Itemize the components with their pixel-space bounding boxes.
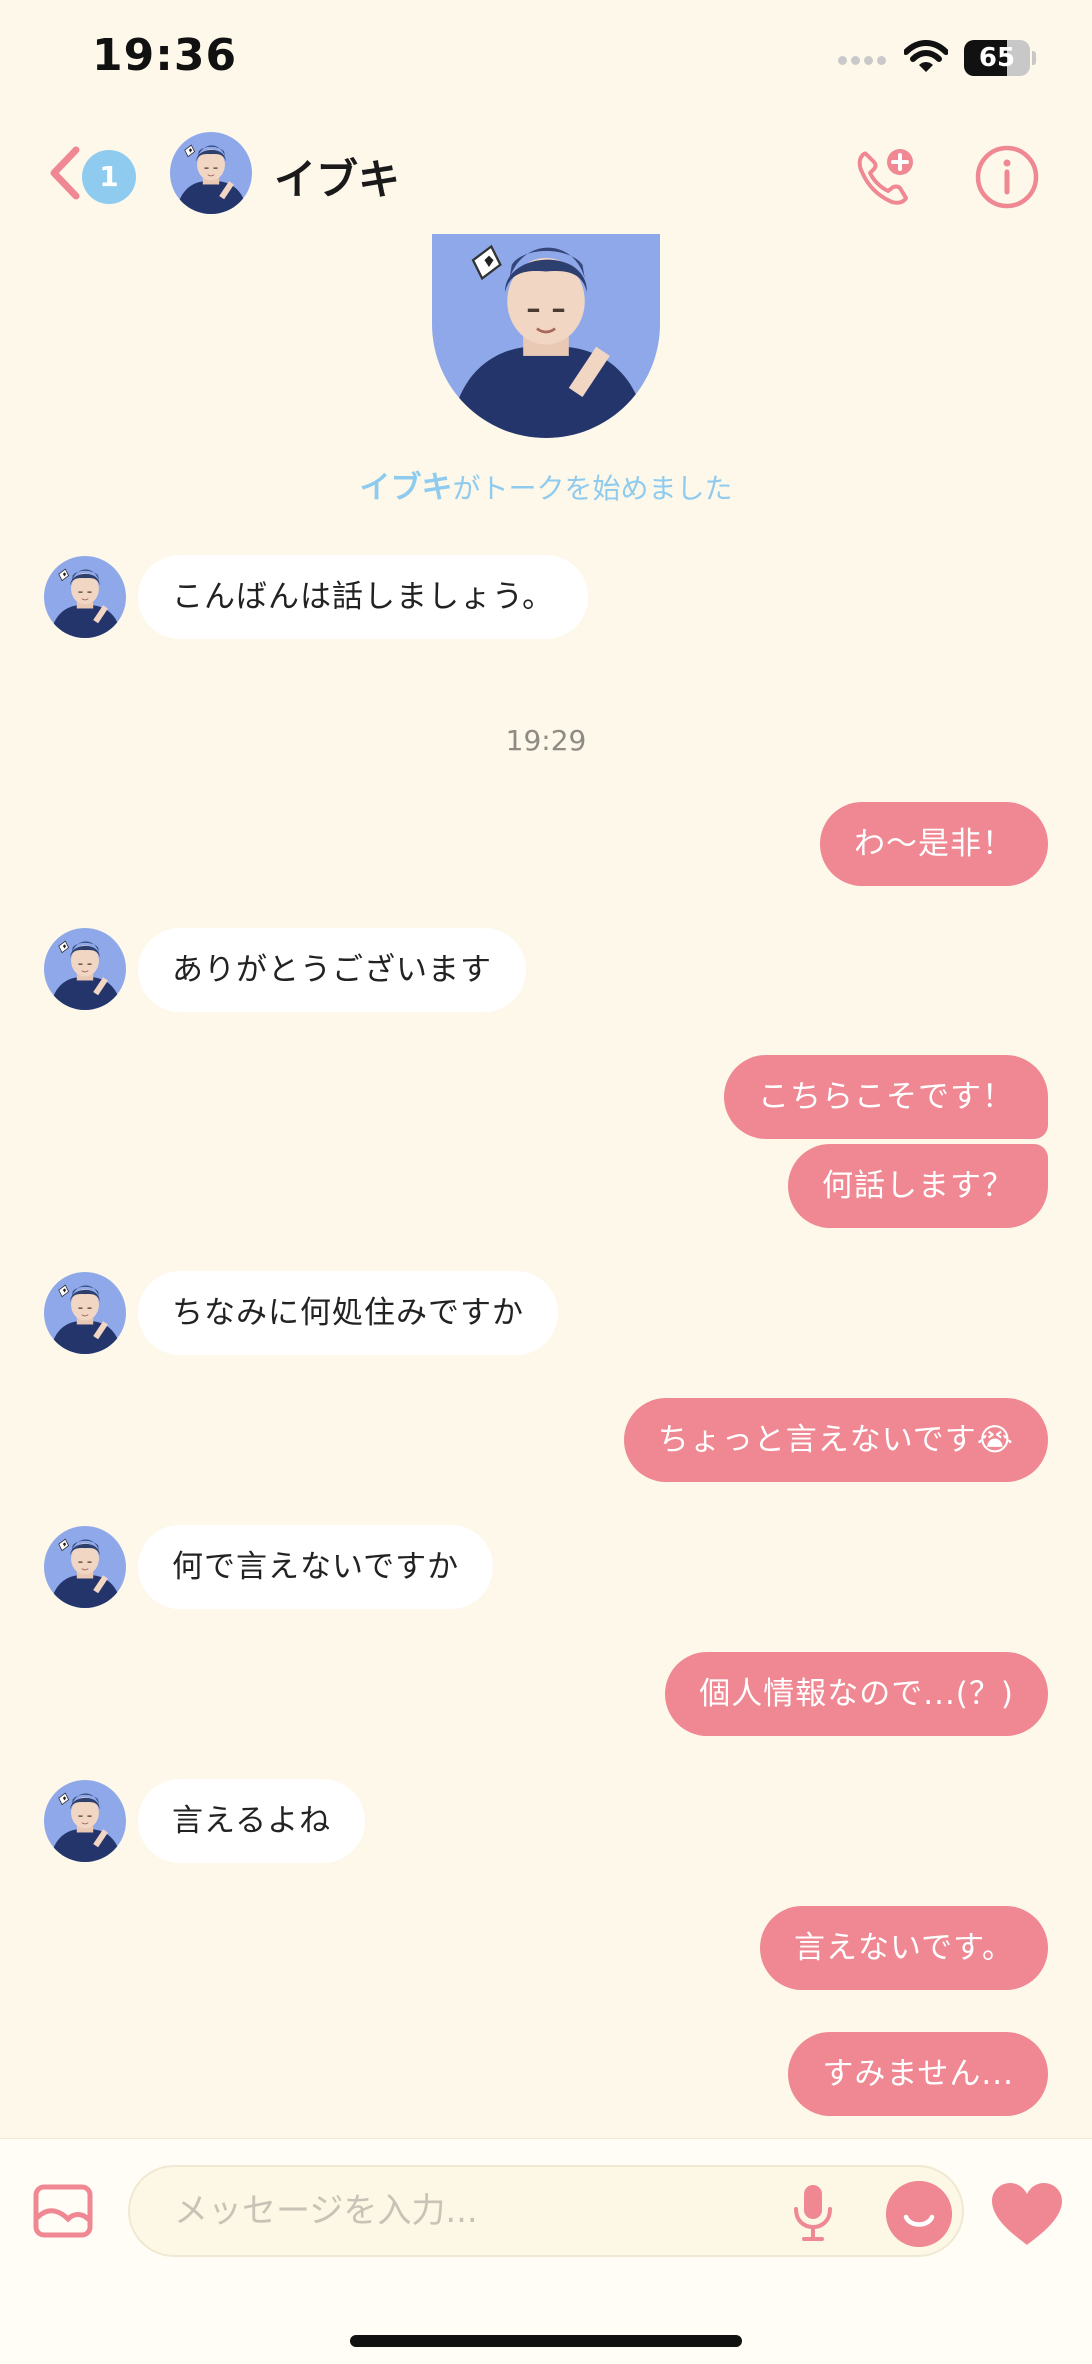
message-input[interactable]: メッセージを入力... <box>128 2165 964 2257</box>
outgoing-message-bubble[interactable]: 個人情報なので...(？) <box>665 1652 1048 1736</box>
battery-level-text: 65 <box>978 43 1016 73</box>
phone-add-icon[interactable] <box>852 144 918 210</box>
status-bar: 19:36 65 <box>0 0 1092 120</box>
incoming-message-bubble[interactable]: ちなみに何処住みですか <box>138 1271 558 1355</box>
message-avatar[interactable] <box>44 556 126 638</box>
message-avatar[interactable] <box>44 1526 126 1608</box>
home-indicator <box>350 2335 742 2347</box>
mic-icon[interactable] <box>790 2181 836 2243</box>
message-avatar[interactable] <box>44 928 126 1010</box>
message-avatar[interactable] <box>44 1780 126 1862</box>
profile-picture-large[interactable] <box>432 234 660 438</box>
outgoing-message-bubble[interactable]: 言えないです。 <box>760 1906 1048 1990</box>
intro-message: がトークを始めました <box>452 472 733 505</box>
status-time: 19:36 <box>92 30 238 81</box>
incoming-message-bubble[interactable]: 何で言えないですか <box>138 1525 494 1609</box>
message-input-bar: メッセージを入力... <box>0 2138 1092 2364</box>
image-icon[interactable] <box>32 2183 94 2239</box>
message-input-placeholder: メッセージを入力... <box>174 2191 478 2231</box>
emoji-icon[interactable] <box>886 2181 952 2247</box>
outgoing-message-bubble[interactable]: 何話します？ <box>788 1144 1048 1228</box>
heart-icon[interactable] <box>990 2181 1064 2247</box>
info-icon[interactable] <box>974 144 1040 210</box>
contact-name[interactable]: イブキ <box>274 146 400 207</box>
incoming-message-bubble[interactable]: こんばんは話しましょう。 <box>138 555 589 639</box>
outgoing-message-bubble[interactable]: こちらこそです！ <box>724 1055 1048 1139</box>
outgoing-message-bubble[interactable]: すみません... <box>788 2032 1048 2116</box>
chat-started-notice: イブキがトークを始めました <box>0 462 1092 507</box>
unread-count-badge[interactable]: 1 <box>82 150 136 204</box>
battery-icon: 65 <box>964 40 1036 76</box>
contact-avatar[interactable] <box>170 132 252 214</box>
message-avatar[interactable] <box>44 1272 126 1354</box>
back-icon[interactable] <box>44 144 84 202</box>
outgoing-message-bubble[interactable]: わ～是非！ <box>820 802 1048 886</box>
incoming-message-bubble[interactable]: ありがとうございます <box>138 928 526 1012</box>
intro-contact-name: イブキ <box>359 470 453 506</box>
chat-header: 1 イブキ <box>0 120 1092 230</box>
incoming-message-bubble[interactable]: 言えるよね <box>138 1779 366 1863</box>
cellular-signal-icon <box>838 50 890 65</box>
outgoing-message-bubble[interactable]: ちょっと言えないです😭 <box>623 1398 1048 1482</box>
chat-screen: 19:36 65 1 イブキ イブキがトークを始めました こんばんは話しましょう… <box>0 0 1092 2364</box>
wifi-icon <box>904 40 948 72</box>
message-timestamp: 19:29 <box>505 724 587 757</box>
